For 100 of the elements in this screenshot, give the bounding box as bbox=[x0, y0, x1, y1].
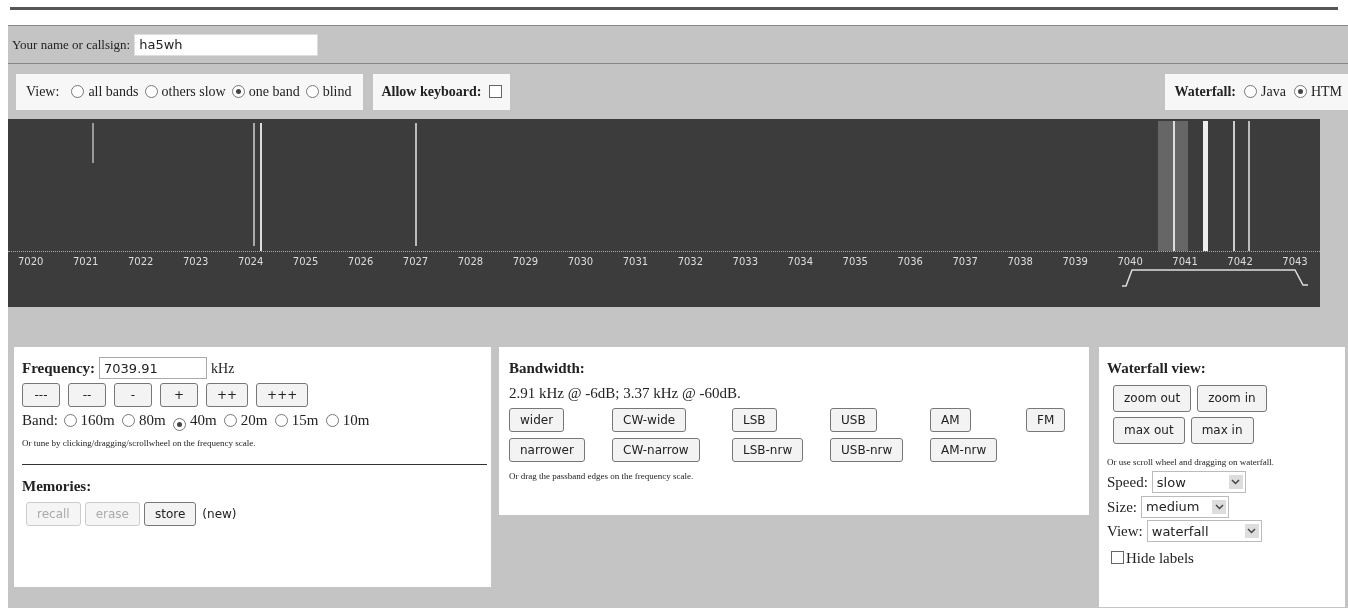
button[interactable]: max in bbox=[1190, 416, 1254, 444]
band-option-label: 15m bbox=[291, 411, 319, 428]
scale-label: 7024 bbox=[237, 255, 264, 269]
dropdown[interactable]: slow bbox=[1151, 471, 1246, 494]
button[interactable]: USB-nrw bbox=[830, 438, 904, 462]
scale-label: 7020 bbox=[18, 255, 44, 269]
scale-label: 7031 bbox=[622, 255, 649, 269]
button[interactable]: max out bbox=[1113, 416, 1185, 444]
dropdown[interactable]: medium bbox=[1141, 495, 1229, 518]
band-option-label: 10m bbox=[342, 411, 370, 428]
button[interactable]: USB bbox=[830, 408, 877, 432]
scale-label: 7027 bbox=[402, 255, 429, 269]
bandwidth-label: Bandwidth: bbox=[509, 359, 586, 378]
radio-button[interactable] bbox=[1244, 85, 1257, 98]
button[interactable]: AM bbox=[930, 408, 971, 432]
radio-button[interactable] bbox=[1293, 85, 1307, 98]
band-option-label: 40m bbox=[189, 411, 217, 428]
scale-label: 7041 bbox=[1172, 255, 1198, 269]
select-label: Size: bbox=[1107, 497, 1137, 517]
scale-label: 7025 bbox=[292, 255, 319, 269]
passband-drawing[interactable] bbox=[1120, 267, 1310, 287]
scale-label: 7026 bbox=[347, 255, 374, 269]
radio-button[interactable] bbox=[144, 85, 158, 98]
waterfall-view-label: Waterfall view: bbox=[1107, 359, 1207, 378]
button[interactable]: FM bbox=[1026, 408, 1066, 432]
band-option-label: 20m bbox=[240, 411, 268, 428]
button[interactable]: LSB bbox=[732, 408, 777, 432]
button[interactable]: wider bbox=[509, 408, 565, 432]
dropdown-caret-icon bbox=[1244, 524, 1259, 539]
radio-button[interactable] bbox=[305, 85, 319, 98]
memory-status: (new) bbox=[202, 505, 237, 523]
radio-button[interactable] bbox=[224, 413, 238, 427]
hide-labels-label: Hide labels bbox=[1126, 548, 1194, 568]
radio-button[interactable] bbox=[275, 413, 289, 427]
scale-label: 7022 bbox=[127, 255, 154, 269]
scale-label: 7040 bbox=[1117, 255, 1143, 269]
button[interactable]: -- bbox=[68, 382, 106, 407]
option-label: all bands bbox=[88, 83, 139, 101]
callsign-field[interactable]: ha5wh bbox=[134, 33, 319, 56]
dropdown-caret-icon bbox=[1228, 475, 1243, 490]
waterfall-mode-label: Waterfall: bbox=[1174, 83, 1236, 101]
band-option-label: 80m bbox=[139, 411, 166, 428]
memories-label: Memories: bbox=[22, 477, 93, 496]
scale-label: 7033 bbox=[732, 255, 759, 269]
scale-label: 7023 bbox=[182, 255, 209, 269]
button[interactable]: CW-wide bbox=[612, 408, 687, 432]
scale-label: 7030 bbox=[567, 255, 594, 269]
option-label: blind bbox=[322, 83, 352, 101]
button[interactable]: ++ bbox=[206, 382, 249, 407]
checkbox[interactable] bbox=[489, 85, 503, 98]
scale-label: 7032 bbox=[677, 255, 704, 269]
radio-button[interactable] bbox=[71, 85, 85, 98]
scale-label: 7039 bbox=[1062, 255, 1088, 269]
unit-label: kHz bbox=[211, 359, 235, 378]
select-label: View: bbox=[1107, 522, 1143, 541]
select-label: Speed: bbox=[1107, 473, 1148, 492]
radio-button[interactable] bbox=[122, 413, 136, 427]
waterfall-display[interactable]: 7020 7021 7022 7023 7024 7025 7026 7027 7028 7029 7030 7031 7032 7033 7034 7035 7036 7037 7038 7039 7040 7041 7042 7043 bbox=[8, 119, 1320, 307]
button[interactable]: store bbox=[144, 501, 197, 526]
dropdown[interactable]: waterfall bbox=[1146, 520, 1262, 543]
button[interactable]: zoom in bbox=[1197, 384, 1267, 412]
scale-label: 7043 bbox=[1282, 255, 1308, 269]
option-label: Java bbox=[1261, 83, 1286, 101]
keyboard-label: Allow keyboard: bbox=[381, 83, 482, 101]
button[interactable]: + bbox=[160, 382, 198, 407]
scale-label: 7036 bbox=[897, 255, 923, 269]
radio-button[interactable] bbox=[231, 85, 245, 98]
hint-text: Or tune by clicking/dragging/scrollwheel on the frequency scale. bbox=[22, 436, 257, 450]
view-label: View: bbox=[26, 83, 60, 101]
frequency-label: Frequency: bbox=[22, 359, 96, 378]
scale-label: 7037 bbox=[952, 255, 978, 269]
scale-label: 7038 bbox=[1007, 255, 1033, 269]
scale-label: 7021 bbox=[72, 255, 99, 269]
radio-button[interactable] bbox=[173, 417, 187, 431]
band-option-label: 160m bbox=[80, 411, 115, 428]
band-label: Band: bbox=[22, 411, 58, 428]
scale-label: 7042 bbox=[1227, 255, 1253, 269]
button[interactable]: +++ bbox=[256, 382, 309, 407]
callsign-label: Your name or callsign: bbox=[12, 35, 131, 54]
button[interactable]: zoom out bbox=[1113, 384, 1192, 412]
button[interactable]: AM-nrw bbox=[930, 438, 998, 462]
button[interactable]: CW-narrow bbox=[612, 438, 700, 462]
scale-label: 7029 bbox=[512, 255, 539, 269]
radio-button[interactable] bbox=[325, 413, 339, 427]
hint-text: Or use scroll wheel and dragging on waterfall. bbox=[1107, 455, 1275, 469]
button[interactable]: - bbox=[114, 382, 152, 407]
hint-text: Or drag the passband edges on the frequency scale. bbox=[509, 470, 695, 483]
dropdown-caret-icon bbox=[1212, 499, 1226, 514]
option-label: others slow bbox=[161, 83, 226, 101]
button[interactable]: --- bbox=[22, 382, 60, 407]
scale-label: 7034 bbox=[787, 255, 813, 269]
radio-button[interactable] bbox=[63, 413, 77, 427]
scale-label: 7028 bbox=[457, 255, 484, 269]
button[interactable]: LSB-nrw bbox=[732, 438, 804, 462]
option-label: one band bbox=[248, 83, 300, 101]
bandwidth-reading: 2.91 kHz @ -6dB; 3.37 kHz @ -60dB. bbox=[509, 383, 742, 403]
frequency-field[interactable]: 7039.91 bbox=[99, 357, 208, 380]
option-label: HTM bbox=[1310, 83, 1342, 101]
button[interactable]: narrower bbox=[509, 438, 585, 462]
checkbox[interactable] bbox=[1111, 551, 1124, 565]
